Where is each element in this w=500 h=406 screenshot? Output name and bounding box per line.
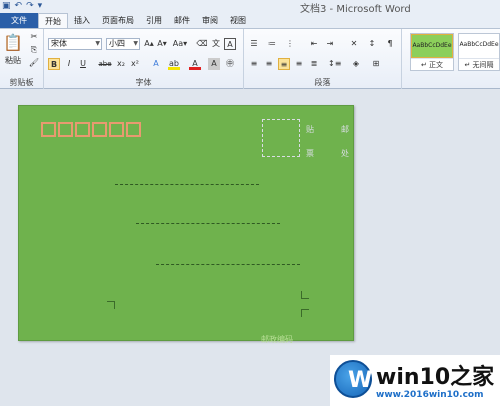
zip-box[interactable]: [58, 122, 73, 137]
shading-icon[interactable]: ◈: [350, 58, 362, 70]
ribbon: 📋 粘贴 ✂ ⎘ 🖌 剪贴板 宋体 ▼ 小四 ▼ A▴ A▾ Aa▾ ⌫ 文 A B…: [0, 29, 500, 89]
text-effects-icon[interactable]: A: [150, 58, 162, 70]
bold-button[interactable]: B: [48, 58, 60, 70]
font-name-select[interactable]: 宋体 ▼: [48, 38, 102, 50]
show-marks-icon[interactable]: ¶: [384, 38, 396, 50]
paste-icon[interactable]: 📋: [2, 31, 24, 53]
borders-icon[interactable]: ⊞: [370, 58, 382, 70]
tab-page-layout[interactable]: 页面布局: [96, 13, 140, 28]
tab-references[interactable]: 引用: [140, 13, 168, 28]
change-case-icon[interactable]: Aa▾: [172, 38, 188, 50]
phonetic-guide-icon[interactable]: 文: [210, 38, 222, 50]
tab-file[interactable]: 文件: [0, 13, 38, 28]
redo-icon[interactable]: ↷: [26, 1, 34, 11]
stamp-label: 贴: [306, 125, 314, 134]
align-right-icon[interactable]: ≡: [278, 58, 290, 70]
font-group-label: 字体: [135, 78, 152, 87]
clipboard-group-label: 剪贴板: [9, 78, 34, 87]
address-line-2[interactable]: [136, 223, 280, 224]
bullets-icon[interactable]: ☰: [248, 38, 260, 50]
zip-box[interactable]: [126, 122, 141, 137]
zip-box[interactable]: [109, 122, 124, 137]
superscript-button[interactable]: x²: [129, 58, 141, 70]
grow-font-icon[interactable]: A▴: [143, 38, 155, 50]
tab-review[interactable]: 审阅: [196, 13, 224, 28]
chinese-layout-icon[interactable]: ✕: [348, 38, 360, 50]
style-no-spacing-name: ↵ 无间隔: [459, 58, 499, 70]
corner-mark: [301, 309, 309, 317]
font-name-value: 宋体: [51, 39, 67, 48]
subscript-button[interactable]: x₂: [115, 58, 127, 70]
paragraph-group: ☰ ≔ ⋮ ⇤ ⇥ ✕ ↕ ¶ ≡ ≡ ≡ ≡ ≣ ↕≡ ◈ ⊞ 段落: [244, 29, 402, 89]
style-normal-sample: AaBbCcDdEe: [411, 34, 453, 58]
zip-box[interactable]: [41, 122, 56, 137]
tab-view[interactable]: 视图: [224, 13, 252, 28]
watermark-url: www.2016win10.com: [376, 390, 484, 400]
tab-insert[interactable]: 插入: [68, 13, 96, 28]
watermark-title: win10之家: [376, 365, 495, 390]
format-painter-icon[interactable]: 🖌: [28, 57, 40, 69]
chevron-down-icon: ▼: [133, 40, 138, 47]
copy-icon[interactable]: ⎘: [28, 44, 40, 56]
chevron-down-icon: ▼: [95, 40, 100, 47]
undo-icon[interactable]: ↶: [15, 1, 23, 11]
windows-logo-icon: W: [334, 360, 372, 398]
stamp-box: [262, 119, 300, 157]
quick-access-toolbar: ▣ ↶ ↷ ▾: [2, 0, 42, 12]
zip-box[interactable]: [75, 122, 90, 137]
numbering-icon[interactable]: ≔: [266, 38, 278, 50]
address-line-1[interactable]: [115, 184, 259, 185]
style-normal[interactable]: AaBbCcDdEe ↵ 正文: [410, 33, 454, 71]
italic-button[interactable]: I: [63, 58, 75, 70]
font-color-icon[interactable]: A: [189, 58, 201, 70]
paste-button[interactable]: 粘贴: [2, 55, 24, 65]
clipboard-group: 📋 粘贴 ✂ ⎘ 🖌 剪贴板: [0, 29, 44, 89]
highlight-icon[interactable]: ab: [168, 58, 180, 70]
align-center-icon[interactable]: ≡: [263, 58, 275, 70]
ribbon-tabs: 文件 开始 插入 页面布局 引用 邮件 审阅 视图: [0, 13, 500, 29]
tab-mailings[interactable]: 邮件: [168, 13, 196, 28]
character-border-icon[interactable]: A: [224, 38, 236, 50]
cut-icon[interactable]: ✂: [28, 31, 40, 43]
multilevel-list-icon[interactable]: ⋮: [284, 38, 296, 50]
line-spacing-icon[interactable]: ↕≡: [328, 58, 341, 70]
decrease-indent-icon[interactable]: ⇤: [308, 38, 320, 50]
postcode-label: 邮政编码: [261, 335, 293, 344]
paragraph-group-label: 段落: [314, 78, 331, 87]
style-normal-name: ↵ 正文: [411, 58, 453, 71]
stamp-label: 票: [306, 149, 314, 158]
customize-qat-icon[interactable]: ▾: [38, 1, 43, 11]
save-icon[interactable]: ▣: [2, 1, 11, 11]
shrink-font-icon[interactable]: A▾: [156, 38, 168, 50]
tab-home[interactable]: 开始: [38, 13, 68, 28]
style-no-spacing[interactable]: AaBbCcDdEe ↵ 无间隔: [458, 33, 500, 71]
font-size-select[interactable]: 小四 ▼: [106, 38, 140, 50]
style-no-spacing-sample: AaBbCcDdEe: [459, 34, 499, 58]
underline-button[interactable]: U: [77, 58, 89, 70]
address-line-3[interactable]: [156, 264, 300, 265]
enclose-characters-icon[interactable]: ㊥: [224, 58, 236, 70]
sort-icon[interactable]: ↕: [366, 38, 378, 50]
justify-icon[interactable]: ≡: [293, 58, 305, 70]
align-left-icon[interactable]: ≡: [248, 58, 260, 70]
zip-box[interactable]: [92, 122, 107, 137]
increase-indent-icon[interactable]: ⇥: [324, 38, 336, 50]
zip-code-boxes: [41, 122, 141, 137]
corner-mark: [301, 291, 309, 299]
distributed-icon[interactable]: ≣: [308, 58, 320, 70]
font-size-value: 小四: [109, 39, 125, 48]
clear-format-icon[interactable]: ⌫: [196, 38, 208, 50]
stamp-label: 处: [341, 149, 349, 158]
watermark: W win10之家 www.2016win10.com: [330, 355, 500, 406]
envelope-page[interactable]: 贴 邮 票 处 邮政编码: [18, 105, 354, 344]
strikethrough-button[interactable]: abe: [98, 58, 112, 70]
font-group: 宋体 ▼ 小四 ▼ A▴ A▾ Aa▾ ⌫ 文 A B I U abe x₂ x² …: [44, 29, 244, 89]
character-shading-icon[interactable]: A: [208, 58, 220, 70]
corner-mark: [107, 301, 115, 309]
title-bar: ▣ ↶ ↷ ▾ 文档3 - Microsoft Word: [0, 0, 500, 15]
stamp-label: 邮: [341, 125, 349, 134]
